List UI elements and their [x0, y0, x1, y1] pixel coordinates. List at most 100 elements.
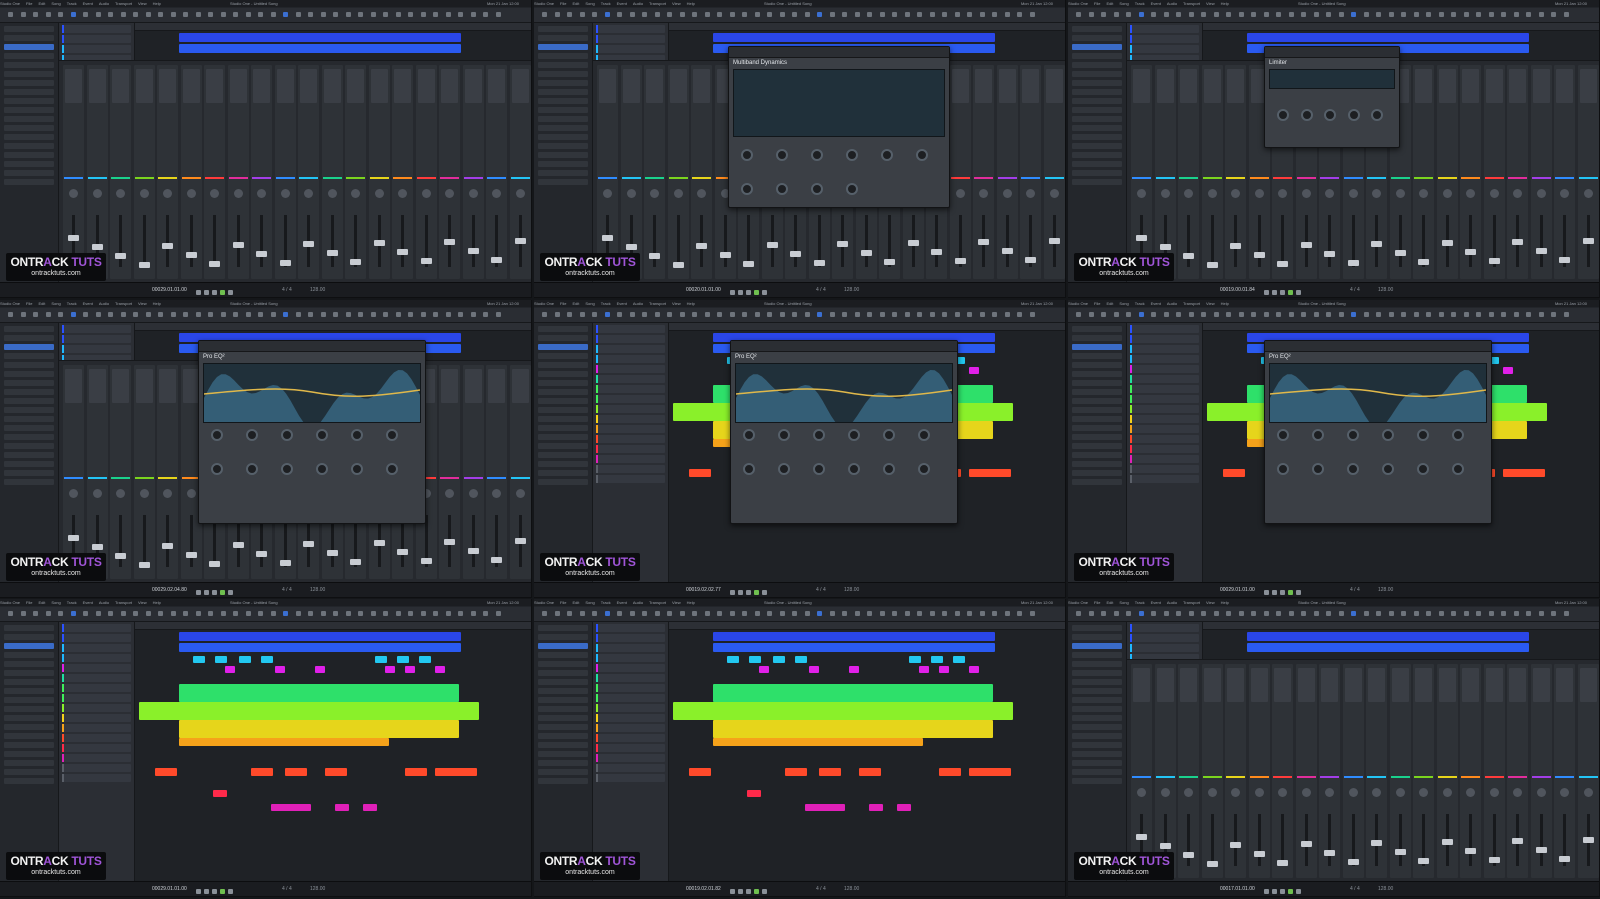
- fader-track[interactable]: [747, 215, 750, 267]
- fader-handle[interactable]: [279, 560, 291, 566]
- pan-knob[interactable]: [650, 189, 659, 198]
- inspector-row[interactable]: [1072, 625, 1122, 631]
- insert-slot[interactable]: [622, 69, 640, 103]
- track-header[interactable]: [62, 714, 131, 722]
- toolbar-tool-icon[interactable]: [1363, 12, 1369, 17]
- toolbar-tool-icon[interactable]: [1401, 611, 1406, 616]
- parameter-knob[interactable]: [211, 463, 223, 475]
- toolbar-tool-icon[interactable]: [1488, 312, 1494, 317]
- fader-handle[interactable]: [1535, 847, 1547, 853]
- toolbar-tool-icon[interactable]: [320, 312, 326, 317]
- rewind-icon[interactable]: [1264, 290, 1269, 295]
- fader-handle[interactable]: [1230, 243, 1241, 249]
- toolbar-tool-icon[interactable]: [854, 12, 860, 17]
- parameter-knob[interactable]: [1300, 109, 1313, 121]
- time-signature[interactable]: 4 / 4: [1350, 882, 1360, 896]
- parameter-knob[interactable]: [881, 149, 893, 161]
- fader-handle[interactable]: [1371, 840, 1382, 846]
- timecode-display[interactable]: 00029.02.04.80: [152, 583, 187, 597]
- menu-item[interactable]: Audio: [1167, 301, 1177, 306]
- toolbar-tool-icon[interactable]: [1338, 312, 1344, 317]
- toolbar-tool-icon[interactable]: [495, 312, 501, 317]
- audio-clip[interactable]: [193, 656, 205, 663]
- toolbar-tool-icon[interactable]: [1326, 611, 1331, 616]
- inspector-row[interactable]: [4, 26, 54, 32]
- plugin-header[interactable]: [1265, 341, 1491, 352]
- menu-item[interactable]: Edit: [1106, 600, 1113, 605]
- toolbar-tool-icon[interactable]: [1188, 312, 1194, 317]
- toolbar-tool-icon[interactable]: [420, 611, 426, 616]
- inspector-row[interactable]: [538, 778, 588, 784]
- pan-knob[interactable]: [1536, 189, 1546, 198]
- parameter-knob[interactable]: [811, 183, 823, 195]
- toolbar-tool-icon[interactable]: [370, 312, 376, 317]
- toolbar-tool-icon[interactable]: [792, 312, 797, 317]
- inspector-row[interactable]: [1072, 461, 1122, 467]
- audio-clip[interactable]: [713, 33, 995, 42]
- fader-track[interactable]: [1187, 814, 1190, 866]
- pan-knob[interactable]: [163, 489, 172, 498]
- inspector-row[interactable]: [4, 44, 54, 50]
- parameter-knob[interactable]: [1347, 463, 1359, 475]
- track-header[interactable]: [596, 684, 665, 692]
- toolbar-tool-icon[interactable]: [1288, 12, 1294, 17]
- pan-knob[interactable]: [1002, 189, 1012, 198]
- toolbar-tool-icon[interactable]: [120, 312, 126, 317]
- toolbar-tool-icon[interactable]: [1326, 312, 1331, 317]
- fader-track[interactable]: [723, 215, 727, 267]
- toolbar-tool-icon[interactable]: [942, 611, 947, 616]
- toolbar-tool-icon[interactable]: [567, 12, 572, 17]
- pan-knob[interactable]: [1325, 788, 1334, 797]
- toolbar-tool-icon[interactable]: [792, 611, 797, 616]
- plugin-header[interactable]: [1265, 47, 1399, 58]
- track-header[interactable]: [596, 455, 665, 463]
- pan-knob[interactable]: [468, 489, 478, 498]
- toolbar-tool-icon[interactable]: [408, 12, 413, 17]
- pan-knob[interactable]: [1536, 788, 1546, 797]
- toolbar-tool-icon[interactable]: [554, 312, 560, 317]
- inspector-row[interactable]: [538, 679, 588, 685]
- menu-item[interactable]: Song: [585, 301, 594, 306]
- fader-handle[interactable]: [115, 253, 126, 259]
- fader-handle[interactable]: [696, 243, 707, 249]
- toolbar-tool-icon[interactable]: [692, 12, 697, 17]
- pan-knob[interactable]: [445, 489, 454, 498]
- toolbar-tool-icon[interactable]: [617, 12, 622, 17]
- parameter-knob[interactable]: [351, 429, 363, 441]
- audio-clip[interactable]: [785, 768, 807, 776]
- toolbar-tool-icon[interactable]: [942, 312, 947, 317]
- fader-handle[interactable]: [1324, 850, 1335, 856]
- audio-clip[interactable]: [673, 702, 1013, 720]
- fader-handle[interactable]: [1136, 235, 1147, 241]
- toolbar-tool-icon[interactable]: [1029, 12, 1035, 17]
- toolbar-tool-icon[interactable]: [1126, 611, 1131, 616]
- toolbar-tool-icon[interactable]: [383, 312, 388, 317]
- inspector-row[interactable]: [4, 751, 54, 757]
- toolbar-tool-icon[interactable]: [8, 611, 13, 616]
- toolbar-tool-icon[interactable]: [954, 12, 960, 17]
- fader-handle[interactable]: [672, 262, 684, 268]
- inspector-row[interactable]: [4, 634, 54, 640]
- toolbar-tool-icon[interactable]: [345, 312, 351, 317]
- play-icon[interactable]: [220, 889, 225, 894]
- inspector-row[interactable]: [1072, 679, 1122, 685]
- insert-slot[interactable]: [511, 69, 529, 103]
- menu-item[interactable]: Song: [585, 600, 594, 605]
- pan-knob[interactable]: [1513, 189, 1522, 198]
- toolbar-tool-icon[interactable]: [1563, 12, 1569, 17]
- play-icon[interactable]: [1288, 889, 1293, 894]
- inspector-row[interactable]: [1072, 35, 1122, 41]
- inspector-row[interactable]: [4, 715, 54, 721]
- fader-handle[interactable]: [209, 261, 220, 267]
- toolbar-tool-icon[interactable]: [8, 12, 13, 17]
- parameter-knob[interactable]: [1277, 429, 1289, 441]
- rewind-icon[interactable]: [196, 590, 201, 595]
- toolbar-tool-icon[interactable]: [370, 12, 376, 17]
- pan-knob[interactable]: [979, 189, 988, 198]
- forward-icon[interactable]: [204, 889, 209, 894]
- inspector-row[interactable]: [1072, 152, 1122, 158]
- toolbar-tool-icon[interactable]: [654, 312, 660, 317]
- parameter-knob[interactable]: [811, 149, 823, 161]
- inspector-row[interactable]: [1072, 98, 1122, 104]
- fader-handle[interactable]: [397, 249, 408, 255]
